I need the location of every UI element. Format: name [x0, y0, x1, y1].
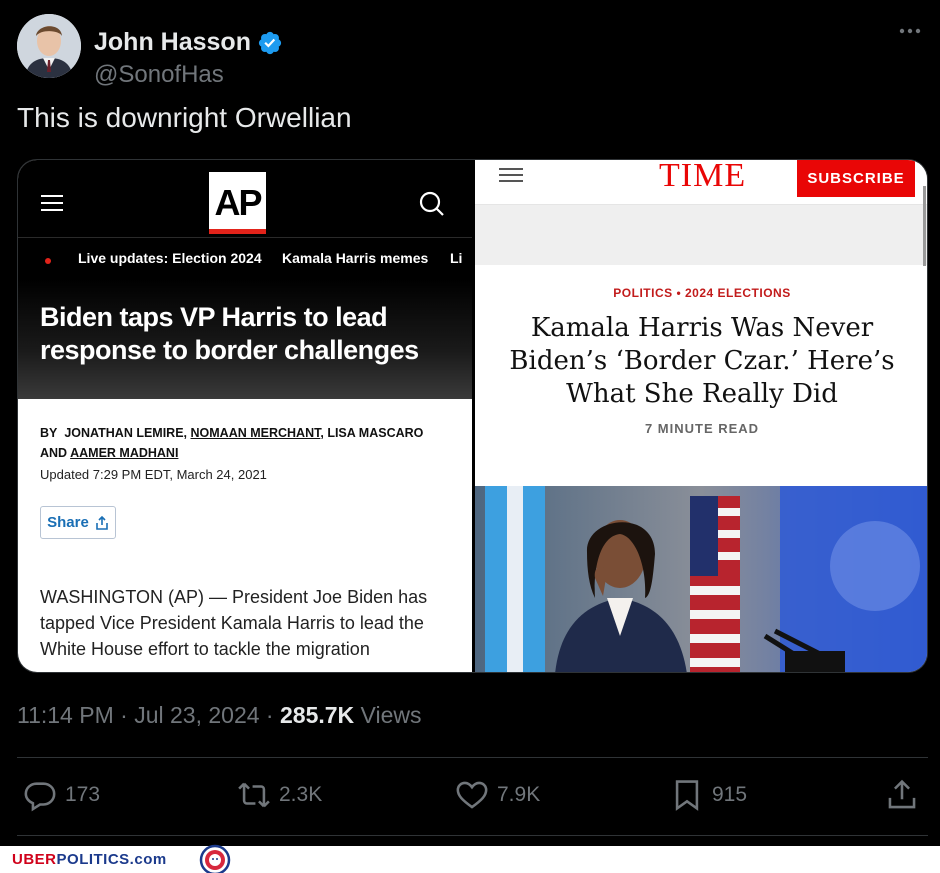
like-count: 7.9K	[497, 783, 541, 806]
tweet-header: John Hasson @SonofHas	[17, 14, 923, 88]
bookmark-button[interactable]: 915	[670, 778, 747, 812]
repost-button[interactable]: 2.3K	[237, 778, 322, 812]
share-button[interactable]	[885, 778, 919, 812]
repost-count: 2.3K	[279, 783, 323, 806]
ap-article-screenshot[interactable]: AP Live updates: Election 2024 Kamala Ha…	[18, 160, 472, 672]
share-icon	[96, 515, 108, 530]
author-name[interactable]: John Hasson	[94, 28, 251, 57]
bookmark-icon	[675, 780, 699, 811]
search-icon	[419, 191, 444, 216]
like-button[interactable]: 7.9K	[455, 778, 540, 812]
bookmark-count: 915	[712, 783, 748, 806]
ap-nav-item: Li	[450, 250, 463, 266]
ap-byline: BY JONATHAN LEMIRE, NOMAAN MERCHANT, LIS…	[40, 426, 424, 460]
like-icon	[456, 781, 488, 809]
live-dot-icon	[45, 258, 51, 264]
tweet-date[interactable]: Jul 23, 2024	[134, 702, 259, 728]
ap-headline: Biden taps VP Harris to lead response to…	[40, 302, 419, 365]
subscribe-button: SUBSCRIBE	[797, 160, 915, 197]
tweet-media[interactable]: AP Live updates: Election 2024 Kamala Ha…	[17, 159, 928, 673]
time-ad-area	[475, 205, 927, 265]
ap-nav-item: Kamala Harris memes	[282, 250, 429, 266]
action-bar: 173 2.3K 7.9K 915	[17, 772, 928, 820]
time-top-bar: TIME SUBSCRIBE	[475, 159, 927, 205]
views-label: Views	[360, 702, 422, 728]
ap-nav-bar: Live updates: Election 2024 Kamala Harri…	[18, 237, 472, 279]
article-photo	[475, 486, 927, 672]
reply-button[interactable]: 173	[23, 778, 100, 812]
divider	[17, 757, 928, 758]
ap-share-button: Share	[40, 506, 116, 539]
time-article-screenshot[interactable]: TIME SUBSCRIBE POLITICS • 2024 ELECTIONS…	[475, 159, 927, 672]
ap-nav-item: Live updates: Election 2024	[78, 250, 262, 266]
reply-count: 173	[65, 783, 101, 806]
time-headline: Kamala Harris Was Never Biden’s ‘Border …	[509, 313, 895, 409]
scrollbar	[923, 186, 926, 266]
time-read-time: 7 MINUTE READ	[644, 421, 760, 436]
ap-logo: AP	[209, 172, 266, 234]
watermark-logo: UBERPOLITICS.com	[12, 851, 167, 868]
repost-icon	[238, 782, 270, 808]
menu-icon	[41, 195, 63, 216]
share-upload-icon	[888, 779, 916, 809]
tweet-timestamp: 11:14 PM · Jul 23, 2024 · 285.7K Views	[17, 702, 422, 728]
avatar[interactable]	[17, 14, 81, 78]
time-kicker: POLITICS • 2024 ELECTIONS	[613, 286, 791, 300]
more-options-icon[interactable]	[897, 18, 923, 44]
ap-body-text: WASHINGTON (AP) — President Joe Biden ha…	[40, 587, 428, 659]
verified-badge-icon	[258, 31, 282, 54]
views-count: 285.7K	[279, 702, 355, 728]
watermark-bar: UBERPOLITICS.com	[0, 844, 940, 873]
divider	[17, 835, 928, 836]
ap-hero: Biden taps VP Harris to lead response to…	[18, 279, 472, 399]
tweet-time[interactable]: 11:14 PM	[17, 702, 114, 728]
ap-updated: Updated 7:29 PM EDT, March 24, 2021	[40, 467, 267, 482]
time-logo: TIME	[659, 159, 747, 194]
lion-crest-icon	[199, 844, 231, 873]
author-handle[interactable]: @SonofHas	[94, 61, 224, 89]
menu-icon	[499, 168, 523, 186]
ap-top-bar: AP	[18, 160, 472, 237]
tweet-text: This is downright Orwellian	[17, 102, 352, 133]
reply-icon	[24, 782, 56, 812]
